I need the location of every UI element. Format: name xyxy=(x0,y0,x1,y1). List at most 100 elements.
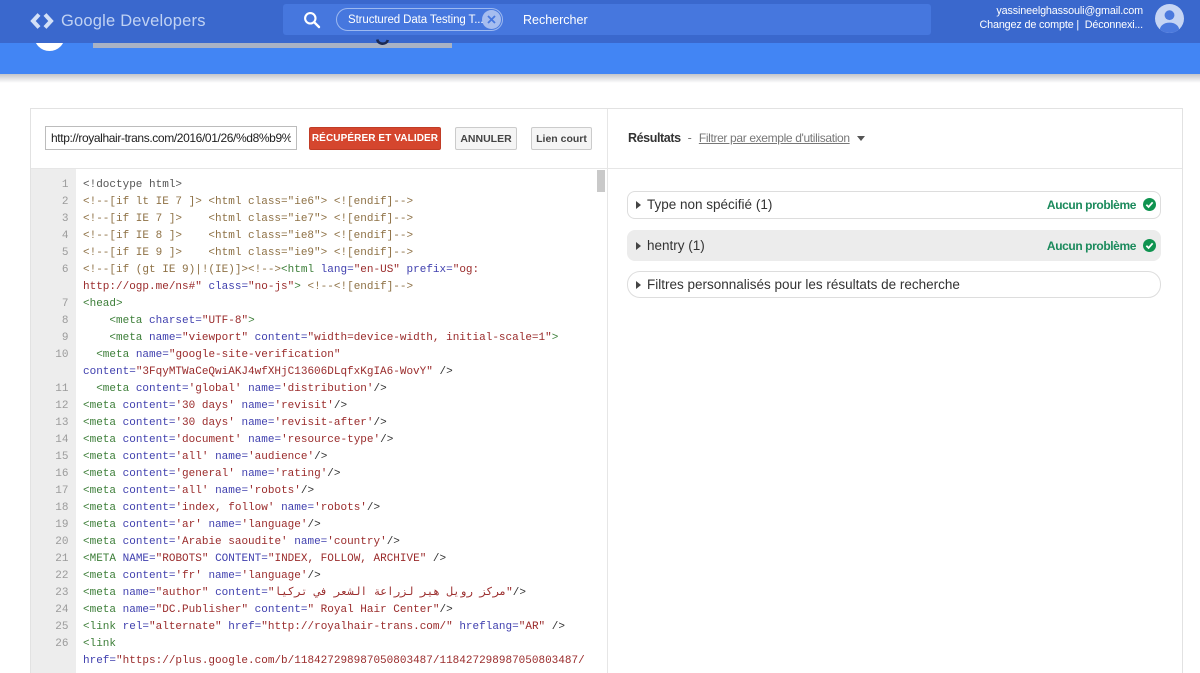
code-text: <meta content='all' name='audience'/> xyxy=(76,449,606,466)
code-line: 25<link rel="alternate" href="http://roy… xyxy=(31,619,606,636)
code-text: <meta content='global' name='distributio… xyxy=(76,381,606,398)
line-number: 23 xyxy=(31,585,76,602)
line-number: 24 xyxy=(31,602,76,619)
line-number: 26 xyxy=(31,636,76,670)
expand-triangle-icon xyxy=(636,281,641,289)
code-text: <!--[if lt IE 7 ]> <html class="ie6"> <!… xyxy=(76,194,606,211)
code-text: <meta content='general' name='rating'/> xyxy=(76,466,606,483)
code-text: <!--[if IE 8 ]> <html class="ie8"> <![en… xyxy=(76,228,606,245)
tool-header-band xyxy=(0,43,1200,74)
code-line: 6<!--[if (gt IE 9)|!(IE)]><!--><html lan… xyxy=(31,262,606,296)
result-item-label: hentry (1) xyxy=(647,238,1047,253)
code-text: <!--[if IE 9 ]> <html class="ie9"> <![en… xyxy=(76,245,606,262)
code-line: 3<!--[if IE 7 ]> <html class="ie7"> <![e… xyxy=(31,211,606,228)
account-info: yassineelghassouli@gmail.com Changez de … xyxy=(979,5,1143,31)
line-number: 17 xyxy=(31,483,76,500)
code-text: <head> xyxy=(76,296,606,313)
line-number: 20 xyxy=(31,534,76,551)
code-line: 19<meta content='ar' name='language'/> xyxy=(31,517,606,534)
line-number: 12 xyxy=(31,398,76,415)
line-number: 19 xyxy=(31,517,76,534)
person-avatar-icon[interactable] xyxy=(1155,4,1184,33)
fetch-validate-button[interactable]: RÉCUPÉRER ET VALIDER xyxy=(309,127,441,150)
code-text: <meta content='index, follow' name='robo… xyxy=(76,500,606,517)
line-number: 3 xyxy=(31,211,76,228)
code-text: <meta content='Arabie saoudite' name='co… xyxy=(76,534,606,551)
google-developers-logo[interactable]: Google Developers xyxy=(30,11,206,31)
code-scrollbar-thumb[interactable] xyxy=(597,170,605,192)
line-number: 25 xyxy=(31,619,76,636)
account-links-separator: | xyxy=(1076,19,1079,31)
panel-divider xyxy=(607,109,608,673)
scrolled-title-g-descender xyxy=(376,39,389,47)
code-text: <meta content='30 days' name='revisit-af… xyxy=(76,415,606,432)
html-source-viewer[interactable]: 1<!doctype html>2<!--[if lt IE 7 ]> <htm… xyxy=(31,169,606,673)
code-text: <meta content='all' name='robots'/> xyxy=(76,483,606,500)
band-shadow xyxy=(0,74,1200,83)
line-number: 4 xyxy=(31,228,76,245)
result-item-2[interactable]: hentry (1)Aucun problème xyxy=(627,230,1161,261)
code-line: 2<!--[if lt IE 7 ]> <html class="ie6"> <… xyxy=(31,194,606,211)
search-scope-chip[interactable]: Structured Data Testing T... xyxy=(336,8,503,31)
url-input[interactable] xyxy=(45,126,297,150)
result-item-1[interactable]: Type non spécifié (1)Aucun problème xyxy=(627,191,1161,219)
code-line: 4<!--[if IE 8 ]> <html class="ie8"> <![e… xyxy=(31,228,606,245)
line-number: 22 xyxy=(31,568,76,585)
code-text: <meta content='30 days' name='revisit'/> xyxy=(76,398,606,415)
results-title: Résultats xyxy=(628,131,681,145)
code-line: 7<head> xyxy=(31,296,606,313)
check-circle-icon xyxy=(1143,198,1156,211)
code-line: 10 <meta name="google-site-verification"… xyxy=(31,347,606,381)
code-line: 12<meta content='30 days' name='revisit'… xyxy=(31,398,606,415)
chevron-down-icon[interactable] xyxy=(857,136,865,141)
switch-account-link[interactable]: Changez de compte xyxy=(979,19,1073,31)
result-item-label: Type non spécifié (1) xyxy=(647,197,1047,212)
search-icon xyxy=(303,11,321,29)
code-line: 23<meta name="author" content="مركز رويل… xyxy=(31,585,606,602)
line-number: 18 xyxy=(31,500,76,517)
code-text: <link href="https://plus.google.com/b/11… xyxy=(76,636,606,670)
line-number: 7 xyxy=(31,296,76,313)
result-item-status: Aucun problème xyxy=(1047,239,1136,253)
account-links[interactable]: Changez de compte | Déconnexi... xyxy=(979,19,1143,32)
code-line: 21<META NAME="ROBOTS" CONTENT="INDEX, FO… xyxy=(31,551,606,568)
cancel-button[interactable]: ANNULER xyxy=(455,127,517,150)
expand-triangle-icon xyxy=(636,201,641,209)
line-number: 16 xyxy=(31,466,76,483)
short-link-button[interactable]: Lien court xyxy=(531,127,592,150)
search-bar[interactable]: Structured Data Testing T... Rechercher xyxy=(283,4,931,35)
filter-link[interactable]: Filtrer par exemple d'utilisation xyxy=(699,131,850,145)
code-text: <meta name="author" content="مركز رويل ه… xyxy=(76,585,606,602)
code-line: 14<meta content='document' name='resourc… xyxy=(31,432,606,449)
result-item-3[interactable]: Filtres personnalisés pour les résultats… xyxy=(627,271,1161,298)
code-text: <!--[if IE 7 ]> <html class="ie7"> <![en… xyxy=(76,211,606,228)
code-line: 9 <meta name="viewport" content="width=d… xyxy=(31,330,606,347)
line-number: 2 xyxy=(31,194,76,211)
code-text: <!doctype html> xyxy=(76,177,606,194)
code-text: <meta name="google-site-verification" co… xyxy=(76,347,606,381)
code-line: 17<meta content='all' name='robots'/> xyxy=(31,483,606,500)
close-icon[interactable] xyxy=(482,10,501,29)
code-line: 22<meta content='fr' name='language'/> xyxy=(31,568,606,585)
signout-link[interactable]: Déconnexi... xyxy=(1085,19,1143,31)
line-number: 8 xyxy=(31,313,76,330)
search-submit-label[interactable]: Rechercher xyxy=(523,4,588,35)
result-item-status: Aucun problème xyxy=(1047,198,1136,212)
line-number: 21 xyxy=(31,551,76,568)
brand-title: Google Developers xyxy=(61,12,206,31)
code-line: 18<meta content='index, follow' name='ro… xyxy=(31,500,606,517)
code-text: <meta charset="UTF-8"> xyxy=(76,313,606,330)
code-chevrons-icon xyxy=(30,13,54,29)
code-line: 16<meta content='general' name='rating'/… xyxy=(31,466,606,483)
line-number: 11 xyxy=(31,381,76,398)
code-text: <meta name="viewport" content="width=dev… xyxy=(76,330,606,347)
code-line: 8 <meta charset="UTF-8"> xyxy=(31,313,606,330)
result-item-label: Filtres personnalisés pour les résultats… xyxy=(647,277,1156,292)
results-header: Résultats - Filtrer par exemple d'utilis… xyxy=(628,109,865,167)
line-number: 6 xyxy=(31,262,76,296)
check-circle-icon xyxy=(1143,239,1156,252)
top-app-bar: Google Developers Structured Data Testin… xyxy=(0,0,1200,43)
code-text: <meta content='document' name='resource-… xyxy=(76,432,606,449)
line-number: 9 xyxy=(31,330,76,347)
line-number: 15 xyxy=(31,449,76,466)
